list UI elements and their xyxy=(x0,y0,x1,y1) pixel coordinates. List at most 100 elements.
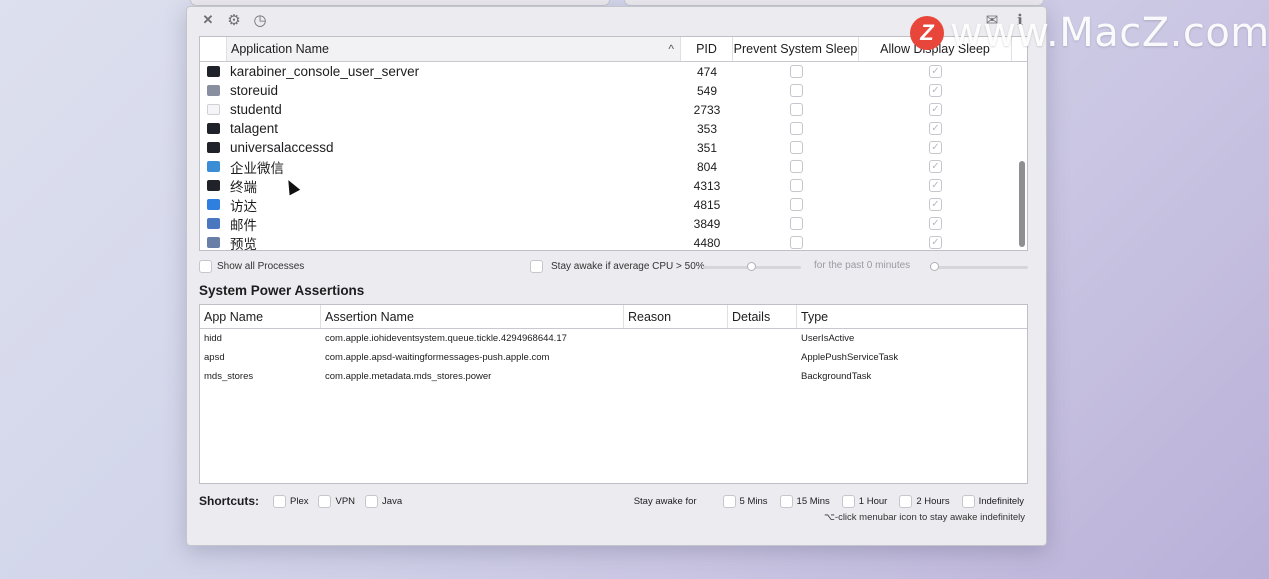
shortcut-plex[interactable]: Plex xyxy=(273,494,308,508)
table-row[interactable]: 终端 4313 ✓ xyxy=(200,176,1027,195)
watermark-text: www.MacZ.com xyxy=(950,10,1269,56)
stay-awake-cpu-label: Stay awake if average CPU > 50% xyxy=(551,261,705,272)
table-row[interactable]: mds_stores com.apple.metadata.mds_stores.… xyxy=(200,367,1027,386)
table-row[interactable]: 预览 4480 ✓ xyxy=(200,233,1027,251)
allow-display-sleep-checkbox[interactable]: ✓ xyxy=(929,65,942,78)
allow-display-sleep-checkbox[interactable]: ✓ xyxy=(929,160,942,173)
allow-display-sleep-checkbox[interactable]: ✓ xyxy=(929,179,942,192)
app-cell: mds_stores xyxy=(204,371,254,382)
stay-awake-label: Stay awake for xyxy=(633,496,697,507)
allow-display-sleep-checkbox[interactable]: ✓ xyxy=(929,217,942,230)
stay-awake-option[interactable]: 5 Mins xyxy=(722,495,768,508)
stay-awake-checkbox[interactable] xyxy=(779,495,793,508)
applications-table-header: Application Name ^ PID Prevent System Sl… xyxy=(200,37,1027,62)
cpu-threshold-slider[interactable] xyxy=(703,262,801,271)
table-row[interactable]: storeuid 549 ✓ xyxy=(200,81,1027,100)
sort-ascending-icon: ^ xyxy=(668,42,674,56)
stay-awake-checkbox[interactable] xyxy=(722,495,736,508)
column-header-application-name[interactable]: Application Name ^ xyxy=(227,37,681,61)
column-header-assertion-name[interactable]: Assertion Name xyxy=(321,305,624,328)
column-header-type[interactable]: Type xyxy=(797,305,1027,328)
app-icon-cell xyxy=(200,180,227,191)
show-all-processes-toggle[interactable]: Show all Processes xyxy=(199,260,304,273)
stay-awake-option[interactable]: 1 Hour xyxy=(841,495,887,508)
prevent-system-sleep-checkbox[interactable] xyxy=(789,103,803,116)
prevent-system-sleep-checkbox[interactable] xyxy=(789,122,803,135)
table-row[interactable]: 企业微信 804 ✓ xyxy=(200,157,1027,176)
applications-table-body: karabiner_console_user_server 474 ✓ storeui… xyxy=(200,62,1027,251)
shortcut-checkbox[interactable] xyxy=(365,494,379,508)
table-row[interactable]: hidd com.apple.iohideventsystem.queue.tic… xyxy=(200,329,1027,348)
prevent-system-sleep-checkbox[interactable] xyxy=(789,217,803,230)
allow-display-sleep-cell: ✓ xyxy=(859,84,1012,97)
allow-display-sleep-checkbox[interactable]: ✓ xyxy=(929,103,942,116)
prevent-system-sleep-checkbox[interactable] xyxy=(789,236,803,249)
table-row[interactable]: universalaccessd 351 ✓ xyxy=(200,138,1027,157)
app-name-cell: storeuid xyxy=(230,83,279,98)
shortcut-checkbox[interactable] xyxy=(273,494,286,508)
prevent-system-sleep-checkbox[interactable] xyxy=(789,65,803,78)
column-header-label: Details xyxy=(732,309,771,324)
prevent-sleep-cell xyxy=(733,179,859,192)
wecom-icon xyxy=(207,161,220,172)
menubar-hint: ⌥-click menubar icon to stay awake indef… xyxy=(823,512,1025,523)
shortcut-java[interactable]: Java xyxy=(365,494,402,508)
vertical-scrollbar[interactable] xyxy=(1019,161,1025,247)
stay-awake-option-label: 5 Mins xyxy=(739,496,768,507)
allow-display-sleep-checkbox[interactable]: ✓ xyxy=(929,84,942,97)
slider-knob[interactable] xyxy=(930,262,939,271)
terminal-icon xyxy=(207,123,220,134)
stay-awake-checkbox[interactable] xyxy=(899,495,913,508)
prevent-system-sleep-checkbox[interactable] xyxy=(789,160,803,173)
allow-display-sleep-checkbox[interactable]: ✓ xyxy=(929,198,942,211)
show-all-checkbox[interactable] xyxy=(199,260,212,273)
applications-table: Application Name ^ PID Prevent System Sl… xyxy=(199,36,1028,251)
power-assertions-body: hidd com.apple.iohideventsystem.queue.tic… xyxy=(200,329,1027,386)
close-icon[interactable]: ✕ xyxy=(200,12,216,28)
column-header-reason[interactable]: Reason xyxy=(624,305,728,328)
prevent-system-sleep-checkbox[interactable] xyxy=(789,198,803,211)
allow-display-sleep-cell: ✓ xyxy=(859,103,1012,116)
stay-awake-checkbox[interactable] xyxy=(961,495,975,508)
table-row[interactable]: studentd 2733 ✓ xyxy=(200,100,1027,119)
macz-watermark: Z www.MacZ.com xyxy=(910,10,1269,56)
shortcut-checkbox[interactable] xyxy=(318,494,332,508)
type-cell: BackgroundTask xyxy=(801,371,872,382)
prevent-system-sleep-checkbox[interactable] xyxy=(789,179,803,192)
column-header-pid[interactable]: PID xyxy=(681,37,733,61)
slider-knob[interactable] xyxy=(746,262,756,271)
column-header-label: Type xyxy=(801,309,829,324)
column-header-prevent-system-sleep[interactable]: Prevent System Sleep xyxy=(733,37,859,61)
allow-display-sleep-checkbox[interactable]: ✓ xyxy=(929,141,942,154)
prevent-system-sleep-checkbox[interactable] xyxy=(789,141,803,154)
stay-awake-option[interactable]: 15 Mins xyxy=(779,495,830,508)
stay-awake-option[interactable]: Indefinitely xyxy=(961,495,1024,508)
column-header-app-name[interactable]: App Name xyxy=(200,305,321,328)
shortcuts-label: Shortcuts: xyxy=(199,494,259,508)
table-row[interactable]: apsd com.apple.apsd-waitingformessages-pu… xyxy=(200,348,1027,367)
column-header-details[interactable]: Details xyxy=(728,305,797,328)
app-name-cell: 预览 xyxy=(230,236,257,251)
table-row[interactable]: talagent 353 ✓ xyxy=(200,119,1027,138)
gear-icon[interactable]: ⚙ xyxy=(226,12,242,29)
stay-awake-cpu-toggle[interactable]: Stay awake if average CPU > 50% xyxy=(530,260,705,273)
shortcut-vpn[interactable]: VPN xyxy=(318,494,355,508)
icon-column-header[interactable] xyxy=(200,37,227,61)
table-row[interactable]: karabiner_console_user_server 474 ✓ xyxy=(200,62,1027,81)
stay-awake-cpu-checkbox[interactable] xyxy=(530,260,543,273)
section-title: System Power Assertions xyxy=(199,283,365,298)
shortcut-items: Plex VPN Java xyxy=(273,494,412,508)
table-row[interactable]: 邮件 3849 ✓ xyxy=(200,214,1027,233)
minutes-slider[interactable] xyxy=(930,262,1028,271)
stay-awake-options: Stay awake for 5 Mins 15 Mins 1 Hour 2 Hour… xyxy=(634,495,1024,508)
table-row[interactable]: 访达 4815 ✓ xyxy=(200,195,1027,214)
clock-icon[interactable]: ◷ xyxy=(252,12,268,29)
app-icon-cell xyxy=(200,218,227,229)
app-name-cell: 企业微信 xyxy=(230,160,284,176)
terminal-icon xyxy=(207,142,220,153)
allow-display-sleep-checkbox[interactable]: ✓ xyxy=(929,122,942,135)
stay-awake-checkbox[interactable] xyxy=(841,495,855,508)
allow-display-sleep-checkbox[interactable]: ✓ xyxy=(929,236,942,249)
stay-awake-option[interactable]: 2 Hours xyxy=(899,495,950,508)
prevent-system-sleep-checkbox[interactable] xyxy=(789,84,803,97)
